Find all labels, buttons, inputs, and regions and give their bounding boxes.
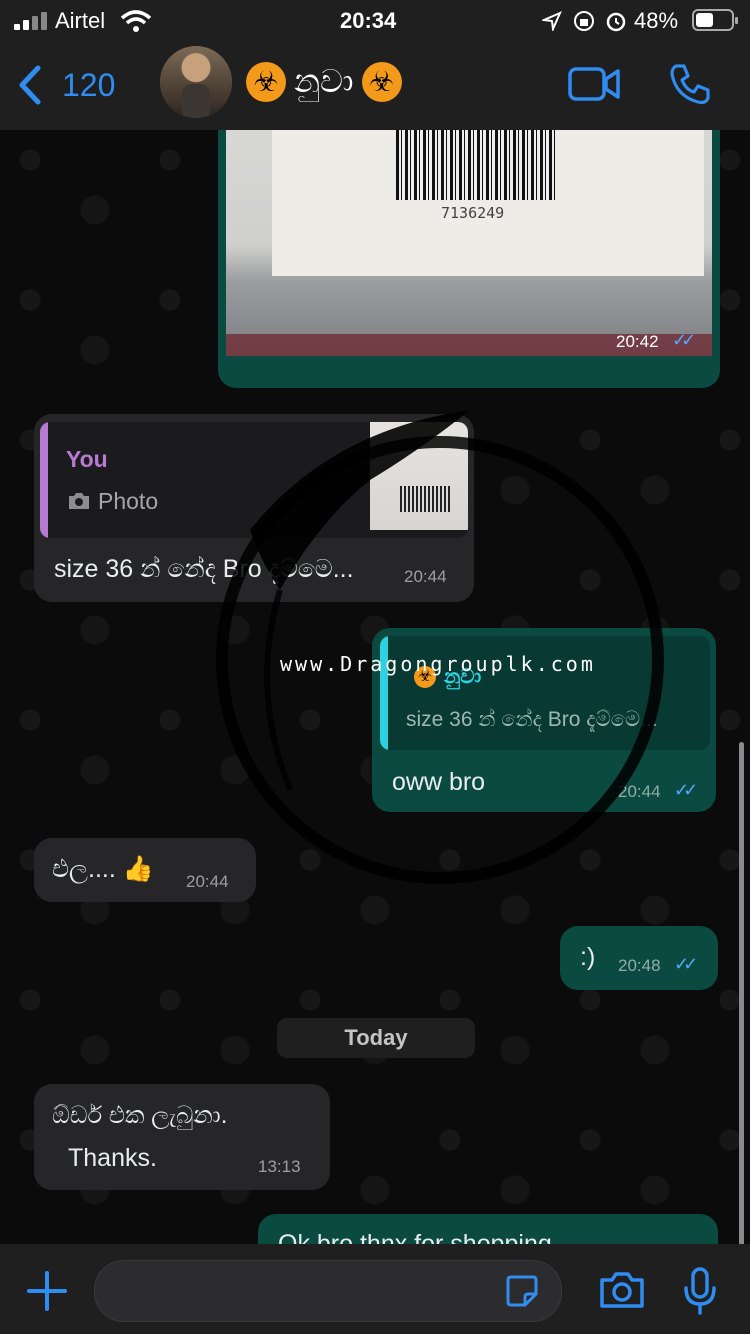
- location-icon: [542, 11, 562, 31]
- sticker-icon[interactable]: [505, 1274, 539, 1308]
- message-time: 20:42: [616, 332, 659, 351]
- reply-message-in[interactable]: You Photo size 36 න් නේද Bro දැම්මෙ... 2…: [34, 414, 474, 602]
- watermark-text: www.Dragongrouplk.com: [280, 652, 596, 676]
- clock: 20:34: [340, 8, 397, 33]
- microphone-icon[interactable]: [682, 1266, 718, 1316]
- message-in[interactable]: එල.... 👍 20:44: [34, 838, 256, 902]
- message-text: :): [580, 943, 596, 971]
- message-text-line2: Thanks.: [68, 1144, 157, 1172]
- biohazard-icon: ☣: [361, 62, 402, 102]
- message-input[interactable]: [94, 1260, 562, 1322]
- chevron-left-icon: [19, 65, 41, 105]
- message-out[interactable]: :) 20:48 ✓✓: [560, 926, 718, 990]
- phone-call-icon[interactable]: [668, 62, 712, 106]
- read-receipt-icon: ✓✓: [674, 780, 698, 800]
- unread-count: 120: [62, 66, 116, 103]
- quote-type: Photo: [98, 488, 159, 514]
- message-out-partial[interactable]: Ok bro thnx for shopping: [258, 1214, 718, 1244]
- message-list[interactable]: 7136249 20:42 ✓✓ You Photo size 36 න් නේ…: [0, 130, 750, 1244]
- message-time: 20:48: [618, 956, 661, 975]
- message-time: 20:44: [618, 782, 661, 801]
- rotation-lock-icon: [574, 11, 594, 31]
- signal-icon: [14, 12, 48, 30]
- carrier-label: Airtel: [55, 8, 106, 33]
- battery-percent: 48%: [634, 8, 679, 33]
- read-receipt-icon: ✓✓: [674, 954, 698, 974]
- quote-author: You: [66, 446, 108, 472]
- barcode: [396, 130, 556, 200]
- message-time: 20:44: [404, 567, 447, 586]
- message-text: size 36 න් නේද Bro දැම්මෙ...: [54, 555, 354, 583]
- photo-message[interactable]: 7136249 20:42 ✓✓: [218, 130, 720, 388]
- contact-name-block[interactable]: ☣ නුවා ☣: [246, 62, 402, 102]
- quote-text: size 36 න් නේද Bro දැම්මෙ...: [406, 708, 658, 731]
- message-in[interactable]: ඕඩර් එක ලැබුනා. Thanks. 13:13: [34, 1084, 330, 1190]
- camera-icon: [69, 493, 89, 509]
- message-text: එල.... 👍: [52, 855, 154, 883]
- contact-name: නුවා: [294, 63, 354, 99]
- plus-icon[interactable]: [26, 1270, 68, 1312]
- alarm-icon: [606, 12, 626, 32]
- composer-bar: [0, 1244, 750, 1334]
- avatar[interactable]: [160, 46, 232, 118]
- status-bar: Airtel 20:34 48%: [0, 0, 750, 40]
- message-time: 13:13: [258, 1157, 301, 1176]
- biohazard-icon: ☣: [246, 62, 286, 102]
- camera-icon[interactable]: [598, 1270, 646, 1310]
- date-divider: Today: [277, 1018, 475, 1058]
- wifi-icon: [120, 10, 152, 32]
- quoted-message[interactable]: You Photo: [40, 422, 468, 538]
- battery-icon: [692, 9, 738, 31]
- message-text: oww bro: [392, 768, 486, 796]
- message-time: 20:44: [186, 872, 229, 891]
- message-text: Ok bro thnx for shopping: [278, 1230, 552, 1244]
- barcode-number: 7136249: [441, 204, 505, 222]
- video-call-icon[interactable]: [568, 66, 620, 102]
- back-button[interactable]: 120: [14, 60, 115, 110]
- photo-thumbnail[interactable]: 7136249: [226, 130, 712, 356]
- quote-thumbnail: [370, 422, 468, 530]
- read-receipt-icon: ✓✓: [672, 330, 696, 350]
- message-text-line1: ඕඩර් එක ලැබුනා.: [52, 1102, 228, 1129]
- scrollbar[interactable]: [739, 742, 744, 1244]
- chat-header: 120 ☣ නුවා ☣: [0, 40, 750, 131]
